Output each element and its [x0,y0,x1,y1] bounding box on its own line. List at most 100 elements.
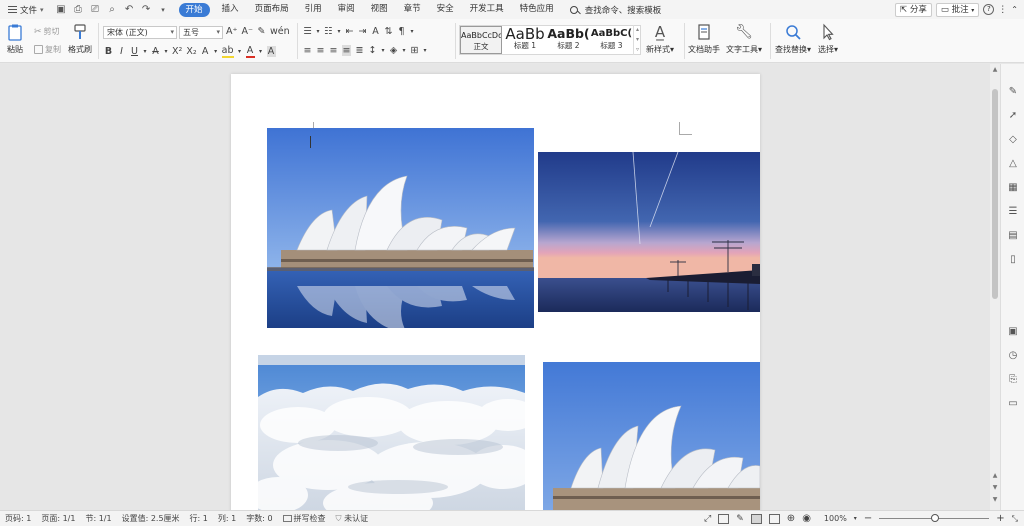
export-pdf-icon[interactable]: ⎙ [73,4,84,15]
undo-icon[interactable]: ↶ [124,4,135,15]
font-name-select[interactable]: 宋体 (正文) [103,26,177,39]
expand-icon[interactable]: ▿ [634,45,641,55]
chevron-up-icon[interactable]: ▴ [634,25,641,35]
command-search[interactable]: 查找命令、搜索模板 [562,4,670,16]
doc-icon[interactable]: ▯ [1007,254,1019,266]
sort-icon[interactable]: ⇅ [384,26,393,37]
eye-protection-icon[interactable]: ◉ [802,513,811,524]
tab-references[interactable]: 引用 [297,0,330,19]
print-preview-icon[interactable]: ⌕ [107,4,118,15]
share-button[interactable]: ⇱ 分享 [894,2,932,17]
chevron-down-icon[interactable]: ▾ [402,47,406,54]
decrease-indent-icon[interactable]: ⇤ [345,26,354,37]
zoom-level[interactable]: 100% [824,514,847,523]
paste-button[interactable]: 粘贴 [6,23,24,55]
backup-icon[interactable]: ▣ [1007,326,1019,338]
pen-mode-icon[interactable]: ✎ [736,514,744,524]
tab-page-layout[interactable]: 页面布局 [247,0,297,19]
tab-view[interactable]: 视图 [363,0,396,19]
italic-icon[interactable]: I [117,46,126,57]
page-number[interactable]: 页码: 1 [0,513,36,524]
copy-button[interactable]: 复制 [34,44,61,55]
tab-review[interactable]: 审阅 [330,0,363,19]
style-heading-1[interactable]: AaBb 标题 1 [503,26,547,54]
section-count[interactable]: 节: 1/1 [80,513,116,524]
text-tools-button[interactable]: 🔧︎ 文字工具▾ [726,23,762,55]
align-right-icon[interactable]: ≡ [329,45,338,56]
customize-icon[interactable]: ▾ [158,6,169,14]
scrollbar-thumb[interactable] [992,89,998,299]
chinese-layout-icon[interactable]: A [371,26,380,37]
new-style-button[interactable]: A̲ 新样式▾ [646,23,674,55]
document-workspace[interactable] [0,64,990,514]
history-icon[interactable]: ◷ [1007,350,1019,362]
share-panel-icon[interactable]: ⎘ [1007,374,1019,386]
chevron-down-icon[interactable]: ▾ [423,47,427,54]
styles-scroll[interactable]: ▴ ▾ ▿ [633,25,641,55]
layout-icon[interactable]: ▤ [1007,230,1019,242]
pen-icon[interactable]: ✎ [1007,86,1019,98]
chevron-down-icon[interactable]: ▾ [164,48,168,55]
highlight-icon[interactable]: ab [221,45,234,58]
more-icon[interactable]: ⋮ [998,5,1007,15]
reading-mode-icon[interactable] [718,513,730,524]
style-heading-3[interactable]: AaBbC( 标题 3 [590,26,633,54]
redo-icon[interactable]: ↷ [141,4,152,15]
justify-icon[interactable]: ≡ [342,45,351,56]
align-center-icon[interactable]: ≡ [316,45,325,56]
zoom-in-button[interactable]: + [996,513,1004,524]
scroll-down-icon[interactable]: ▼ [990,484,1000,491]
tab-developer[interactable]: 开发工具 [462,0,512,19]
phonetic-guide-icon[interactable]: A [201,46,210,57]
font-color-icon[interactable]: A [245,45,255,58]
web-view-icon[interactable]: ⊕ [787,513,795,524]
find-replace-button[interactable]: 查找替换▾ [775,23,811,55]
scroll-end-icon[interactable]: ▼ [990,496,1000,503]
scroll-up-icon[interactable]: ▲ [990,472,1000,479]
font-size-select[interactable]: 五号 [179,26,223,39]
chevron-down-icon[interactable]: ▾ [214,48,218,55]
numbered-list-icon[interactable]: ☷ [324,26,333,37]
help-button[interactable]: ? [983,4,995,15]
setting-value[interactable]: 设置值: 2.5厘米 [117,513,185,524]
style-heading-2[interactable]: AaBb( 标题 2 [547,26,590,54]
save-icon[interactable]: ▣ [56,4,67,15]
shading-icon[interactable]: ◈ [389,45,398,56]
opera-house-photo-2[interactable] [543,362,760,514]
distribute-icon[interactable]: ≣ [355,45,364,56]
grow-font-icon[interactable]: A⁺ [226,26,238,37]
opera-house-photo[interactable] [267,128,534,328]
bullet-list-icon[interactable]: ☰ [303,26,312,37]
expand-icon[interactable]: ⤡ [1012,514,1018,524]
clear-format-icon[interactable]: ✎ [257,26,266,37]
page-count[interactable]: 页面: 1/1 [36,513,80,524]
doc-assistant-button[interactable]: 文档助手 [688,23,720,55]
tab-home[interactable]: 开始 [178,2,210,17]
zoom-out-button[interactable]: − [864,513,872,524]
file-menu[interactable]: 文件 ▾ [0,0,50,19]
comment-button[interactable]: ▭ 批注 ▾ [935,2,980,17]
chevron-down-icon[interactable]: ▾ [634,35,641,45]
chevron-down-icon[interactable]: ▾ [381,47,385,54]
zoom-slider[interactable] [879,514,990,522]
align-left-icon[interactable]: ≡ [303,45,312,56]
chevron-down-icon[interactable]: ▾ [337,28,341,35]
spell-check-toggle[interactable]: 拼写检查 [278,513,331,524]
border-icon[interactable]: ⊞ [410,45,419,56]
subscript-icon[interactable]: X₂ [186,46,196,57]
chat-icon[interactable]: ▭ [1007,398,1019,410]
chevron-down-icon[interactable]: ▾ [410,28,414,35]
phonetic-icon[interactable]: wén [270,26,290,37]
strikethrough-icon[interactable]: A [151,46,160,57]
show-marks-icon[interactable]: ¶ [397,26,406,37]
cut-button[interactable]: ✂ 剪切 [34,26,60,37]
word-count[interactable]: 字数: 0 [241,513,277,524]
increase-indent-icon[interactable]: ⇥ [358,26,367,37]
vertical-scrollbar[interactable]: ▲ ▲ ▼ ▼ [990,64,1000,510]
fullscreen-icon[interactable]: ⤢ [704,514,711,524]
pier-dusk-photo[interactable] [538,152,760,312]
style-icon[interactable]: △ [1007,158,1019,170]
chevron-down-icon[interactable]: ▾ [854,515,857,522]
shapes-icon[interactable]: ◇ [1007,134,1019,146]
collapse-ribbon-icon[interactable]: ⌃ [1011,5,1018,14]
